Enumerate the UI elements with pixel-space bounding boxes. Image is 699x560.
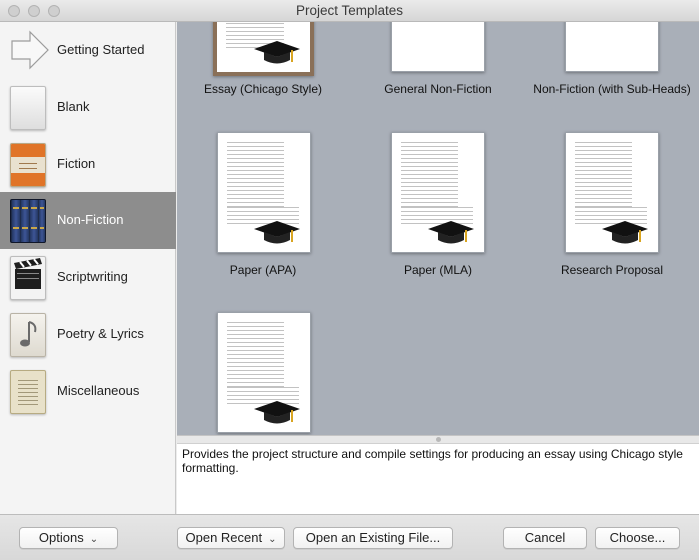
open-existing-file-button[interactable]: Open an Existing File... [293, 527, 453, 549]
sidebar-item-label: Blank [57, 99, 90, 114]
footer-bar: Options ⌄ Open Recent ⌄ Open an Existing F… [0, 514, 699, 560]
window-title: Project Templates [295, 3, 404, 18]
sidebar-item-blank[interactable]: Blank [0, 79, 176, 136]
sidebar-item-label: Miscellaneous [57, 383, 140, 398]
sidebar-item-label: Poetry & Lyrics [57, 326, 144, 341]
sidebar-item-label: Scriptwriting [57, 269, 128, 284]
template-label: Research Proposal [560, 263, 664, 277]
sidebar-item-fiction[interactable]: Fiction [0, 136, 176, 193]
graduation-cap-icon [254, 221, 300, 244]
sidebar-item-non-fiction[interactable]: Non-Fiction [0, 192, 176, 249]
sidebar-item-getting-started[interactable]: Getting Started [0, 22, 176, 79]
fiction-book-icon [10, 143, 46, 187]
graduation-cap-icon [254, 41, 300, 64]
parchment-icon [10, 370, 46, 414]
splitter-handle[interactable] [177, 435, 699, 443]
open-recent-button[interactable]: Open Recent ⌄ [177, 527, 285, 549]
template-label: Paper (APA) [229, 263, 297, 277]
template-label: Non-Fiction (with Sub-Heads) [533, 82, 691, 96]
sidebar-item-label: Getting Started [57, 42, 145, 57]
nonfiction-books-icon [10, 199, 46, 243]
chevron-down-icon: ⌄ [89, 534, 99, 545]
sidebar-item-label: Non-Fiction [57, 212, 124, 227]
template-research-proposal[interactable] [565, 132, 659, 253]
project-templates-window: Project Templates Getting Started Blank … [0, 0, 699, 560]
arrow-icon [10, 29, 49, 73]
sidebar-item-scriptwriting[interactable]: Scriptwriting [0, 249, 176, 306]
sidebar-item-poetry-lyrics[interactable]: Poetry & Lyrics [0, 306, 176, 363]
template-grid: Essay (Chicago Style) General Non-Fictio… [177, 22, 699, 435]
template-general-non-fiction[interactable] [391, 22, 485, 72]
template-non-fiction-subheads[interactable] [565, 22, 659, 72]
category-sidebar: Getting Started Blank Fiction Non-Fictio… [0, 22, 176, 514]
options-label: Options [38, 530, 84, 545]
template-label: Paper (MLA) [403, 263, 473, 277]
template-label: Essay (Chicago Style) [203, 82, 323, 96]
template-paper-apa[interactable] [217, 132, 311, 253]
open-recent-label: Open Recent [185, 530, 263, 545]
template-paper-mla[interactable] [391, 132, 485, 253]
clapperboard-icon [10, 256, 46, 300]
music-note-icon [10, 313, 46, 357]
sidebar-item-label: Fiction [57, 156, 96, 171]
sidebar-item-miscellaneous[interactable]: Miscellaneous [0, 363, 176, 420]
open-existing-label: Open an Existing File... [305, 530, 441, 545]
choose-button[interactable]: Choose... [595, 527, 680, 549]
graduation-cap-icon [254, 401, 300, 424]
template-label: General Non-Fiction [384, 82, 492, 96]
blank-page-icon [10, 86, 46, 130]
template-untitled[interactable] [217, 312, 311, 433]
graduation-cap-icon [428, 221, 474, 244]
title-bar: Project Templates [0, 0, 699, 22]
graduation-cap-icon [602, 221, 648, 244]
cancel-button[interactable]: Cancel [503, 527, 587, 549]
chevron-down-icon: ⌄ [268, 534, 277, 545]
template-essay-chicago[interactable] [213, 22, 314, 76]
template-description: Provides the project structure and compi… [177, 443, 699, 514]
choose-label: Choose... [609, 530, 666, 545]
cancel-label: Cancel [524, 530, 566, 545]
options-button[interactable]: Options ⌄ [19, 527, 118, 549]
